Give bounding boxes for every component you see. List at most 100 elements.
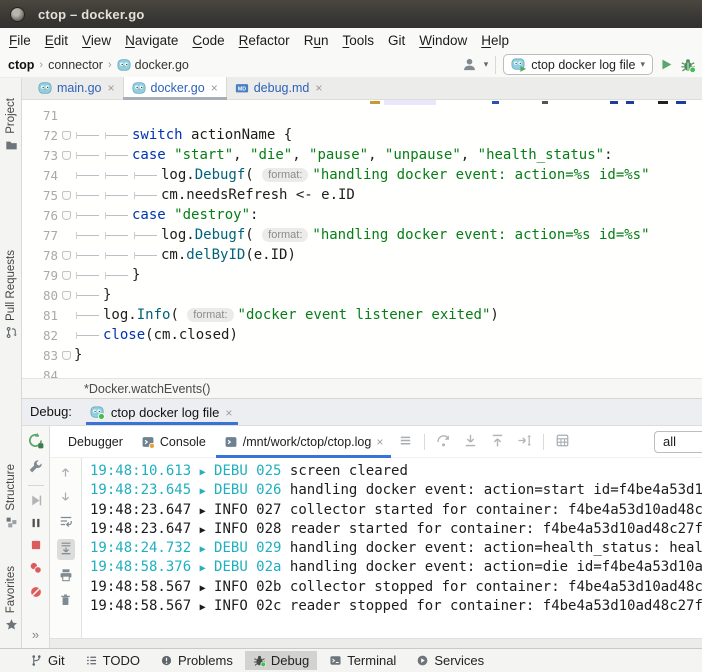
fold-marker-icon[interactable] xyxy=(62,351,71,360)
stripe-button-favorites[interactable]: Favorites xyxy=(0,566,22,631)
stripe-button-pull-requests[interactable]: Pull Requests xyxy=(0,250,22,339)
tool-trash-button[interactable] xyxy=(59,593,72,610)
editor-tab-debug.md[interactable]: MDdebug.md× xyxy=(227,77,331,99)
tool-down-button[interactable] xyxy=(59,490,72,506)
run-button[interactable] xyxy=(660,58,673,71)
fold-gutter[interactable] xyxy=(58,291,74,300)
close-icon[interactable]: × xyxy=(107,81,114,95)
breadcrumb-item-docker.go[interactable]: docker.go xyxy=(135,58,189,72)
more-actions-button[interactable]: » xyxy=(32,627,39,642)
tool-wrench-button[interactable] xyxy=(28,459,43,477)
log-meta: 19:48:58.376 ▶ DEBU 02a xyxy=(90,559,290,575)
tool-print-button[interactable] xyxy=(59,568,73,585)
tool-runcursor-button[interactable] xyxy=(517,433,532,451)
fold-gutter[interactable] xyxy=(58,351,74,360)
tool-up-button[interactable] xyxy=(59,466,72,482)
statusbar-item-todo[interactable]: TODO xyxy=(77,651,148,670)
fold-gutter[interactable] xyxy=(58,151,74,160)
enclosing-method-label[interactable]: *Docker.watchEvents() xyxy=(84,382,210,396)
menu-view[interactable]: View xyxy=(75,33,118,48)
statusbar-item-label: Terminal xyxy=(347,653,396,668)
debug-session-tab[interactable]: ctop docker log file × xyxy=(86,405,238,425)
code-token: Debugf xyxy=(195,167,246,183)
statusbar-item-services[interactable]: Services xyxy=(408,651,492,670)
menu-window[interactable]: Window xyxy=(412,33,474,48)
breadcrumb-item-connector[interactable]: connector xyxy=(48,58,103,72)
fold-gutter[interactable] xyxy=(58,211,74,220)
editor-tab-main.go[interactable]: main.go× xyxy=(30,77,123,99)
user-dropdown-arrow[interactable]: ▾ xyxy=(484,59,489,70)
menu-help[interactable]: Help xyxy=(474,33,516,48)
statusbar-item-debug[interactable]: Debug xyxy=(245,651,317,670)
fold-marker-icon[interactable] xyxy=(62,211,71,220)
menu-code[interactable]: Code xyxy=(185,33,231,48)
fold-gutter[interactable] xyxy=(58,271,74,280)
tool-menu-button[interactable] xyxy=(398,433,413,451)
fold-marker-icon[interactable] xyxy=(62,251,71,260)
tool-softwrap-button[interactable] xyxy=(59,514,73,531)
log-line: 19:48:58.567 ▶ INFO 02b collector stoppe… xyxy=(90,578,702,597)
tool-evaluate-button[interactable] xyxy=(555,433,570,451)
debug-button[interactable] xyxy=(680,57,696,73)
fold-gutter[interactable] xyxy=(58,191,74,200)
tool-mute-button[interactable] xyxy=(29,585,43,602)
fold-marker-icon[interactable] xyxy=(62,131,71,140)
tool-stepup-button[interactable] xyxy=(490,433,505,451)
menu-tools[interactable]: Tools xyxy=(335,33,381,48)
user-profile-icon[interactable] xyxy=(462,57,477,72)
fold-gutter[interactable] xyxy=(58,251,74,260)
tool-stepover-button[interactable] xyxy=(436,433,451,451)
code-token: "unpause" xyxy=(385,147,461,163)
tool-rerun-button[interactable] xyxy=(27,432,44,452)
tool-scrollend-button[interactable] xyxy=(57,539,75,560)
code-line-75: 75cm.needsRefresh <- e.ID xyxy=(22,185,702,205)
tool-stepdown-button[interactable] xyxy=(463,433,478,451)
statusbar-item-problems[interactable]: Problems xyxy=(152,651,241,670)
log-meta: 19:48:58.567 ▶ INFO 02b xyxy=(90,579,290,595)
debugger-tab-debugger[interactable]: Debugger xyxy=(60,426,131,458)
menu-edit[interactable]: Edit xyxy=(38,33,75,48)
tool-pause-button[interactable] xyxy=(30,517,42,532)
run-configuration-select[interactable]: ctop docker log file ▾ xyxy=(503,54,653,75)
code-token xyxy=(166,147,174,163)
close-icon[interactable]: × xyxy=(211,81,218,95)
tab-whitespace-mark xyxy=(103,228,132,242)
run-toolbar: ▾ ctop docker log file ▾ xyxy=(462,54,696,75)
close-icon[interactable]: × xyxy=(315,81,322,95)
stripe-button-structure[interactable]: Structure xyxy=(0,464,22,529)
editor-tab-docker.go[interactable]: docker.go × xyxy=(123,77,227,99)
go-debug-session-icon xyxy=(90,405,105,420)
code-token: log. xyxy=(103,307,137,323)
debugger-tab--mnt-work-ctop-ctop-log[interactable]: /mnt/work/ctop/ctop.log× xyxy=(216,426,392,458)
log-filter-select[interactable]: all xyxy=(654,431,702,453)
fold-marker-icon[interactable] xyxy=(62,271,71,280)
close-icon[interactable]: × xyxy=(225,406,232,420)
code-editor[interactable]: 7172switch actionName {73case "start", "… xyxy=(22,100,702,378)
window-control-button[interactable] xyxy=(10,7,25,22)
rerun-icon xyxy=(27,432,44,449)
fold-marker-icon[interactable] xyxy=(62,151,71,160)
menu-file[interactable]: File xyxy=(2,33,38,48)
statusbar-item-terminal[interactable]: Terminal xyxy=(321,651,404,670)
fold-gutter[interactable] xyxy=(58,131,74,140)
code-token: cm.needsRefresh <- e.ID xyxy=(161,187,355,203)
tab-whitespace-mark xyxy=(103,168,132,182)
menu-git[interactable]: Git xyxy=(381,33,412,48)
tool-resume-button[interactable] xyxy=(29,494,42,510)
menu-navigate[interactable]: Navigate xyxy=(118,33,185,48)
menu-refactor[interactable]: Refactor xyxy=(232,33,297,48)
fold-marker-icon[interactable] xyxy=(62,291,71,300)
fold-marker-icon[interactable] xyxy=(62,191,71,200)
tool-stop-button[interactable] xyxy=(30,539,42,554)
debugger-tab-console[interactable]: Console xyxy=(133,426,214,458)
stripe-button-project[interactable]: Project xyxy=(0,98,22,152)
editor-tab-label: docker.go xyxy=(151,81,205,95)
line-number: 76 xyxy=(22,208,58,223)
menu-run[interactable]: Run xyxy=(297,33,336,48)
horizontal-scrollbar[interactable] xyxy=(50,638,702,648)
breadcrumb-item-ctop[interactable]: ctop xyxy=(8,58,34,72)
statusbar-item-git[interactable]: Git xyxy=(22,651,73,670)
log-console-output[interactable]: 19:48:10.613 ▶ DEBU 025 screen cleared19… xyxy=(82,458,702,638)
tool-breakpoints-button[interactable] xyxy=(29,561,43,578)
close-icon[interactable]: × xyxy=(376,435,383,449)
